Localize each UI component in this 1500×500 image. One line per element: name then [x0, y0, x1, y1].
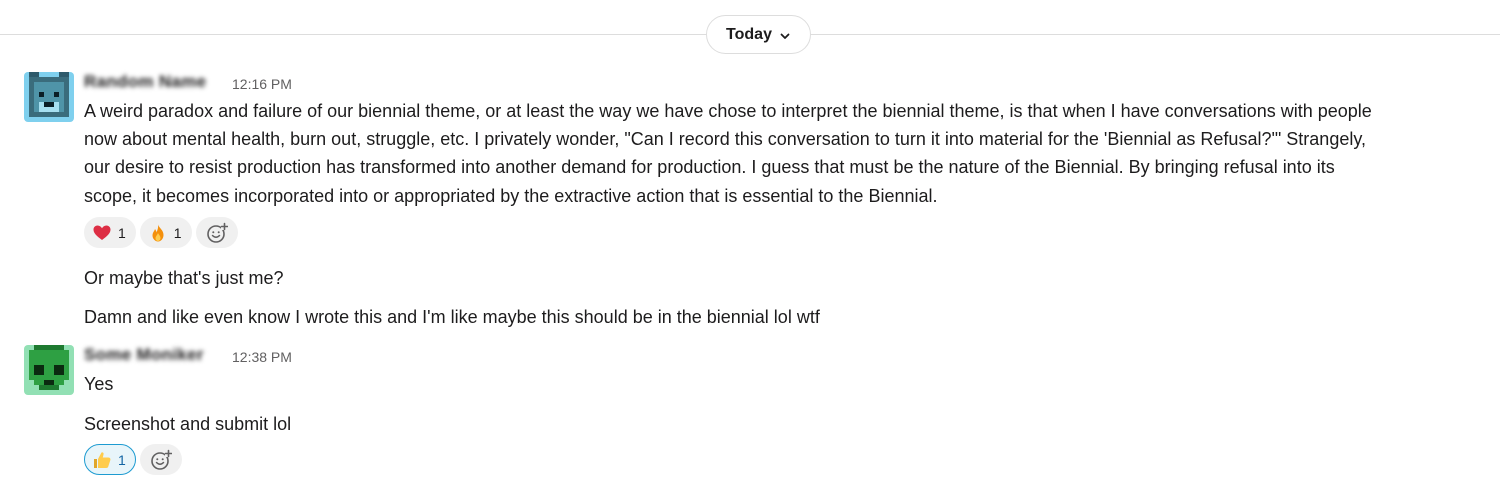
message-text-line: scope, it becomes incorporated into or a…: [84, 186, 938, 206]
author-name[interactable]: Random Name: [84, 72, 206, 92]
avatar[interactable]: [24, 345, 74, 395]
reaction-count: 1: [173, 224, 182, 241]
message-timestamp[interactable]: 12:38 PM: [232, 349, 292, 365]
message-text-line: Damn and like even know I wrote this and…: [84, 307, 820, 327]
thumbs-up-icon: [92, 450, 112, 470]
message-text-line: Or maybe that's just me?: [84, 268, 284, 288]
chevron-down-icon: [779, 29, 791, 41]
alien-avatar-icon: [24, 345, 74, 395]
day-divider-button[interactable]: Today: [706, 15, 811, 54]
message-text-line: Yes: [84, 374, 114, 394]
add-reaction-icon: [150, 449, 172, 470]
message-text-line: our desire to resist production has tran…: [84, 157, 1335, 177]
heart-icon: [92, 223, 112, 243]
reaction-bar: 1 1: [84, 217, 238, 248]
reaction-bar: 1: [84, 444, 182, 475]
day-divider-label: Today: [726, 25, 772, 43]
add-reaction-button[interactable]: [139, 444, 182, 475]
reaction-count: 1: [118, 451, 126, 468]
message-text-line: Screenshot and submit lol: [84, 414, 292, 434]
reaction-fire[interactable]: 1: [139, 217, 192, 248]
fire-icon: [148, 223, 168, 243]
add-reaction-button[interactable]: [195, 217, 238, 248]
message-text-line: A weird paradox and failure of our bienn…: [84, 101, 1372, 121]
reaction-thumbs-up[interactable]: 1: [84, 444, 136, 475]
message-text-line: now about mental health, burn out, strug…: [84, 129, 1366, 149]
bear-avatar-icon: [24, 72, 74, 122]
reaction-heart[interactable]: 1: [84, 217, 136, 248]
author-name[interactable]: Some Moniker: [84, 345, 204, 365]
message-timestamp[interactable]: 12:16 PM: [232, 76, 292, 92]
add-reaction-icon: [206, 222, 228, 243]
avatar[interactable]: [24, 72, 74, 122]
reaction-count: 1: [118, 224, 126, 241]
